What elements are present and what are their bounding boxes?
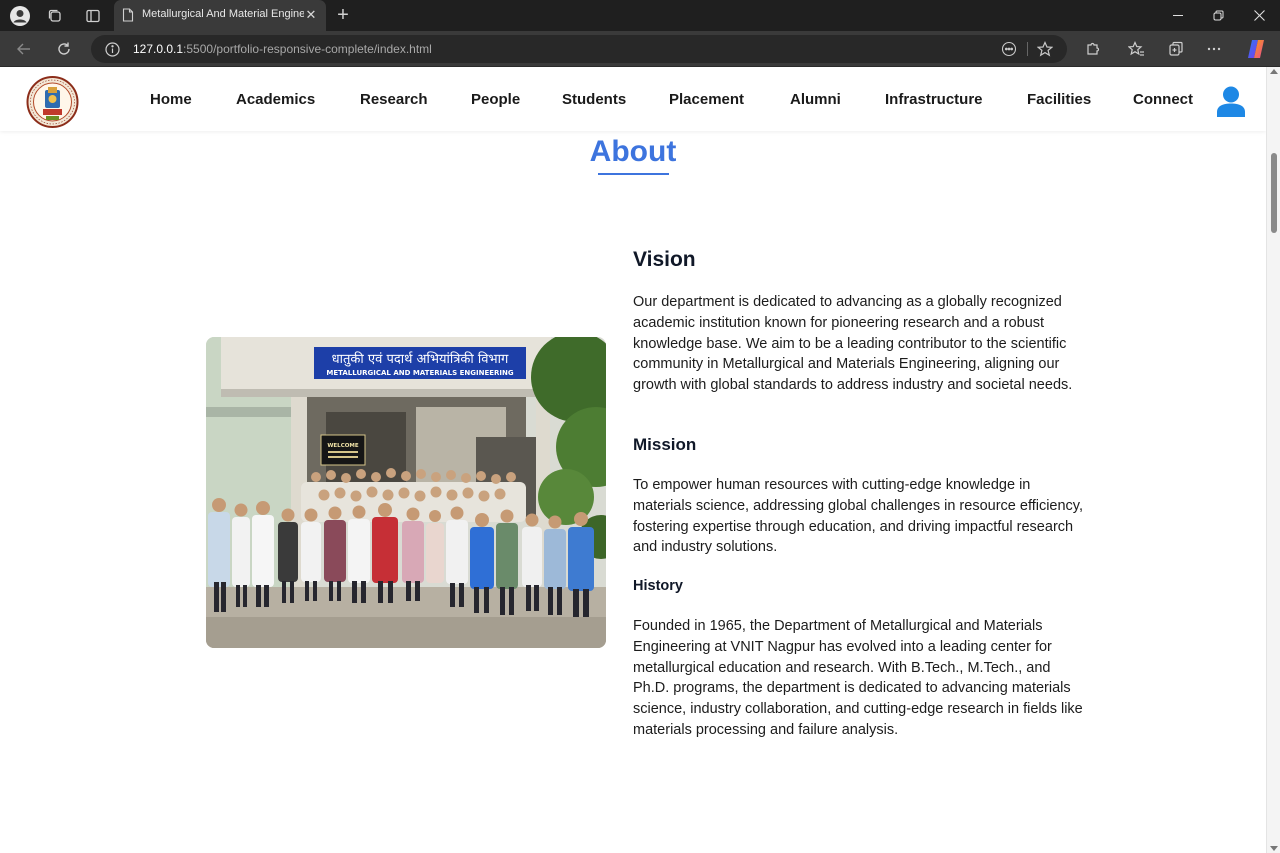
workspaces-icon[interactable] — [43, 4, 67, 28]
web-page: Home Academics Research People Students … — [0, 67, 1266, 853]
more-icon[interactable] — [1202, 37, 1226, 61]
main-menu: Home Academics Research People Students … — [0, 91, 1266, 111]
history-heading: History — [633, 578, 683, 594]
active-tab[interactable]: Metallurgical And Material Engineering ✕ — [114, 0, 326, 31]
url-separator — [1027, 42, 1028, 56]
welcome-board-text: WELCOME — [327, 443, 359, 449]
nav-facilities[interactable]: Facilities — [1027, 91, 1091, 108]
title-underline — [598, 173, 669, 175]
mission-heading: Mission — [633, 435, 697, 454]
nav-home[interactable]: Home — [150, 91, 192, 108]
user-icon[interactable] — [1216, 86, 1246, 117]
plus-icon[interactable]: + — [332, 4, 354, 26]
copilot-icon[interactable] — [1244, 37, 1268, 61]
scroll-down-arrow[interactable] — [1270, 846, 1278, 851]
profile-icon[interactable] — [8, 4, 32, 28]
favorites-icon[interactable] — [1124, 37, 1148, 61]
close-tab-icon[interactable]: ✕ — [302, 6, 320, 24]
url-host: 127.0.0.1 — [133, 42, 184, 56]
tab-actions-icon[interactable] — [81, 4, 105, 28]
reader-icon[interactable] — [1000, 40, 1018, 58]
site-header: Home Academics Research People Students … — [0, 67, 1266, 131]
scroll-up-arrow[interactable] — [1270, 69, 1278, 74]
nav-placement[interactable]: Placement — [669, 91, 744, 108]
nav-infrastructure[interactable]: Infrastructure — [885, 91, 983, 108]
browser-address-bar: 127.0.0.1:5500/portfolio-responsive-comp… — [0, 31, 1280, 67]
restore-icon[interactable] — [1197, 0, 1239, 31]
vision-text: Our department is dedicated to advancing… — [633, 294, 1073, 394]
nav-people[interactable]: People — [471, 91, 520, 108]
refresh-icon[interactable] — [52, 37, 76, 61]
close-window-icon[interactable] — [1238, 0, 1280, 31]
nav-students[interactable]: Students — [562, 91, 626, 108]
url-bar[interactable]: 127.0.0.1:5500/portfolio-responsive-comp… — [91, 35, 1067, 63]
mission-text: To empower human resources with cutting-… — [633, 477, 1084, 556]
back-icon[interactable] — [12, 37, 36, 61]
extensions-icon[interactable] — [1081, 37, 1105, 61]
info-icon[interactable] — [103, 40, 121, 58]
department-group-photo: धातुकी एवं पदार्थ अभियांत्रिकी विभाग MET… — [206, 337, 606, 648]
scroll-thumb[interactable] — [1271, 153, 1277, 233]
sign-hindi: धातुकी एवं पदार्थ अभियांत्रिकी विभाग — [332, 351, 509, 367]
nav-connect[interactable]: Connect — [1133, 91, 1193, 108]
collections-icon[interactable] — [1164, 37, 1188, 61]
minimize-icon[interactable] — [1157, 0, 1199, 31]
history-text: Founded in 1965, the Department of Metal… — [633, 618, 1083, 738]
nav-research[interactable]: Research — [360, 91, 428, 108]
about-section-title: About — [589, 135, 677, 168]
star-icon[interactable] — [1036, 40, 1054, 58]
url-path: :5500/portfolio-responsive-complete/inde… — [183, 42, 432, 56]
vision-heading: Vision — [633, 248, 696, 271]
tab-title: Metallurgical And Material Engineering — [142, 8, 304, 20]
url-text: 127.0.0.1:5500/portfolio-responsive-comp… — [133, 42, 432, 56]
sign-english: METALLURGICAL AND MATERIALS ENGINEERING — [326, 369, 513, 377]
nav-alumni[interactable]: Alumni — [790, 91, 841, 108]
nav-academics[interactable]: Academics — [236, 91, 315, 108]
page-icon — [122, 8, 134, 27]
browser-tab-bar: Metallurgical And Material Engineering ✕… — [0, 0, 1280, 31]
page-scrollbar[interactable] — [1266, 67, 1280, 853]
